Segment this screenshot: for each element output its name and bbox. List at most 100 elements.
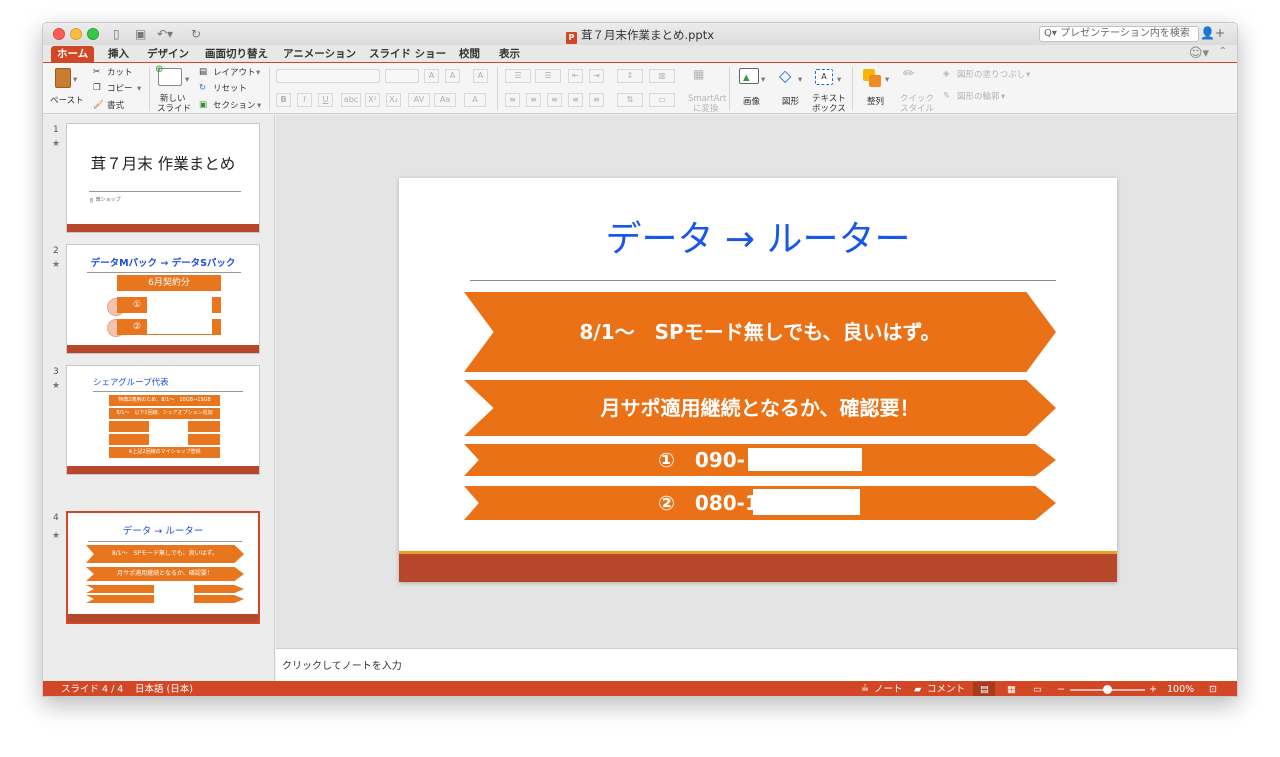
search-input[interactable]: Q▾ プレゼンテーション内を検索: [1039, 26, 1199, 42]
paste-button[interactable]: ペースト: [50, 96, 84, 106]
shapes-icon[interactable]: ◇: [779, 67, 791, 85]
cut-icon[interactable]: ✂: [93, 67, 100, 77]
textbox-dropdown-icon[interactable]: ▾: [837, 75, 841, 85]
chevron-shape-1[interactable]: 8/1～ SPモード無しでも、良いはず。: [464, 292, 1056, 372]
shape-outline-icon[interactable]: ✎: [943, 91, 950, 101]
slideshow-view-icon[interactable]: ▭: [1033, 681, 1042, 696]
zoom-out-icon[interactable]: −: [1057, 681, 1065, 696]
bullets-icon[interactable]: ☰: [505, 69, 531, 83]
increase-font-icon[interactable]: A: [424, 69, 439, 83]
notes-pane[interactable]: クリックしてノートを入力: [276, 648, 1237, 681]
shape-outline-dropdown-icon[interactable]: ▾: [1001, 92, 1005, 102]
zoom-in-icon[interactable]: +: [1149, 681, 1157, 696]
distribute-icon[interactable]: ≡: [589, 93, 604, 107]
font-color-icon[interactable]: A: [464, 93, 486, 107]
clear-format-icon[interactable]: A: [473, 69, 488, 83]
format-painter-button[interactable]: 書式: [107, 101, 124, 111]
tab-review[interactable]: 校閲: [453, 46, 486, 62]
picture-button[interactable]: 画像: [743, 97, 760, 107]
section-button[interactable]: セクション: [213, 101, 256, 111]
smartart-icon[interactable]: ▦: [693, 68, 704, 80]
textbox-icon[interactable]: A: [815, 69, 833, 85]
decrease-font-icon[interactable]: A: [445, 69, 460, 83]
line-spacing-icon[interactable]: ↕: [617, 69, 643, 83]
slide-thumbnail-3[interactable]: シェアグループ代表 特典2適用のため、8/1～ 10GB→15GB 8/1～ 以…: [66, 365, 260, 475]
language-indicator[interactable]: 日本語 (日本): [135, 681, 193, 696]
smartart-label-1[interactable]: SmartArt: [688, 94, 726, 104]
tab-home[interactable]: ホーム: [51, 46, 95, 62]
underline-icon[interactable]: U: [318, 93, 333, 107]
shape-outline-button[interactable]: 図形の輪郭: [957, 92, 1000, 102]
arrange-dropdown-icon[interactable]: ▾: [885, 75, 889, 85]
new-slide-label-1[interactable]: 新しい: [160, 94, 186, 104]
font-family-select[interactable]: [276, 69, 380, 83]
arrange-button[interactable]: 整列: [867, 97, 884, 107]
format-painter-icon[interactable]: 🖌: [93, 100, 104, 110]
superscript-icon[interactable]: X²: [365, 93, 380, 107]
align-left-icon[interactable]: ≡: [505, 93, 520, 107]
picture-dropdown-icon[interactable]: ▾: [761, 75, 765, 85]
section-dropdown-icon[interactable]: ▾: [257, 101, 261, 111]
justify-icon[interactable]: ≡: [568, 93, 583, 107]
layout-icon[interactable]: ▤: [199, 67, 207, 77]
numbering-icon[interactable]: ☰: [535, 69, 561, 83]
shape-fill-icon[interactable]: ◈: [943, 69, 950, 79]
copy-icon[interactable]: ❐: [93, 83, 101, 93]
add-user-icon[interactable]: 👤+: [1200, 26, 1225, 40]
tab-transitions[interactable]: 画面切り替え: [199, 46, 274, 62]
slide-thumbnail-1[interactable]: 茸７月末 作業まとめ ｇ 茸ショップ: [66, 123, 260, 233]
smartart-label-2[interactable]: に変換: [693, 104, 719, 114]
character-spacing-icon[interactable]: AV: [408, 93, 430, 107]
quick-style-label-2[interactable]: スタイル: [900, 104, 934, 114]
tab-view[interactable]: 表示: [493, 46, 526, 62]
cut-button[interactable]: カット: [107, 68, 133, 78]
new-slide-dropdown-icon[interactable]: ▾: [185, 75, 189, 85]
slide-title[interactable]: データ → ルーター: [399, 210, 1117, 262]
section-icon[interactable]: ▣: [199, 100, 207, 110]
feedback-smiley-icon[interactable]: ☺▾: [1189, 46, 1209, 61]
notes-toggle[interactable]: ノート: [874, 681, 903, 696]
slide-thumbnail-2[interactable]: データMパック → データSパック 6月契約分 ① ②: [66, 244, 260, 354]
reset-button[interactable]: リセット: [213, 84, 247, 94]
shapes-button[interactable]: 図形: [782, 97, 799, 107]
strikethrough-icon[interactable]: abc: [341, 93, 361, 107]
fit-to-window-icon[interactable]: ⊡: [1209, 681, 1217, 696]
zoom-level[interactable]: 100%: [1167, 681, 1194, 696]
subscript-icon[interactable]: X₂: [386, 93, 401, 107]
tab-slideshow[interactable]: スライド ショー: [363, 46, 452, 62]
slide-thumbnail-4[interactable]: データ → ルーター 8/1～ SPモード無しでも、良いはず。 月サポ適用継続と…: [66, 511, 260, 624]
paste-icon[interactable]: [55, 68, 71, 88]
italic-icon[interactable]: I: [297, 93, 312, 107]
new-slide-label-2[interactable]: スライド: [157, 104, 191, 114]
increase-indent-icon[interactable]: ⇥: [589, 69, 604, 83]
align-right-icon[interactable]: ≡: [547, 93, 562, 107]
text-direction-icon[interactable]: ⇅: [617, 93, 643, 107]
copy-button[interactable]: コピー: [107, 84, 133, 94]
columns-icon[interactable]: ▥: [649, 69, 675, 83]
textbox-label-1[interactable]: テキスト: [812, 94, 846, 104]
align-text-icon[interactable]: ▭: [649, 93, 675, 107]
decrease-indent-icon[interactable]: ⇤: [568, 69, 583, 83]
layout-dropdown-icon[interactable]: ▾: [256, 68, 260, 78]
textbox-label-2[interactable]: ボックス: [812, 104, 846, 114]
font-size-select[interactable]: [385, 69, 419, 83]
layout-button[interactable]: レイアウト: [213, 68, 256, 78]
comments-toggle[interactable]: コメント: [927, 681, 965, 696]
chevron-shape-2[interactable]: 月サポ適用継続となるか、確認要！: [464, 380, 1056, 436]
collapse-ribbon-icon[interactable]: ⌃: [1219, 46, 1227, 57]
align-center-icon[interactable]: ≡: [526, 93, 541, 107]
copy-dropdown-icon[interactable]: ▾: [137, 84, 141, 94]
tab-design[interactable]: デザイン: [141, 46, 195, 62]
quick-style-label-1[interactable]: クイック: [900, 94, 934, 104]
reset-icon[interactable]: ↻: [199, 83, 206, 93]
comment-icon[interactable]: ▰: [914, 681, 921, 696]
bold-icon[interactable]: B: [276, 93, 291, 107]
change-case-icon[interactable]: Aa: [434, 93, 456, 107]
current-slide[interactable]: データ → ルーター 8/1～ SPモード無しでも、良いはず。 月サポ適用継続と…: [399, 178, 1117, 582]
paste-dropdown-icon[interactable]: ▾: [73, 75, 77, 85]
shape-fill-button[interactable]: 図形の塗りつぶし: [957, 70, 1025, 80]
tab-animations[interactable]: アニメーション: [277, 46, 362, 62]
slide-sorter-icon[interactable]: ▦: [1007, 681, 1016, 696]
zoom-slider-handle[interactable]: [1103, 685, 1112, 694]
shapes-dropdown-icon[interactable]: ▾: [798, 75, 802, 85]
